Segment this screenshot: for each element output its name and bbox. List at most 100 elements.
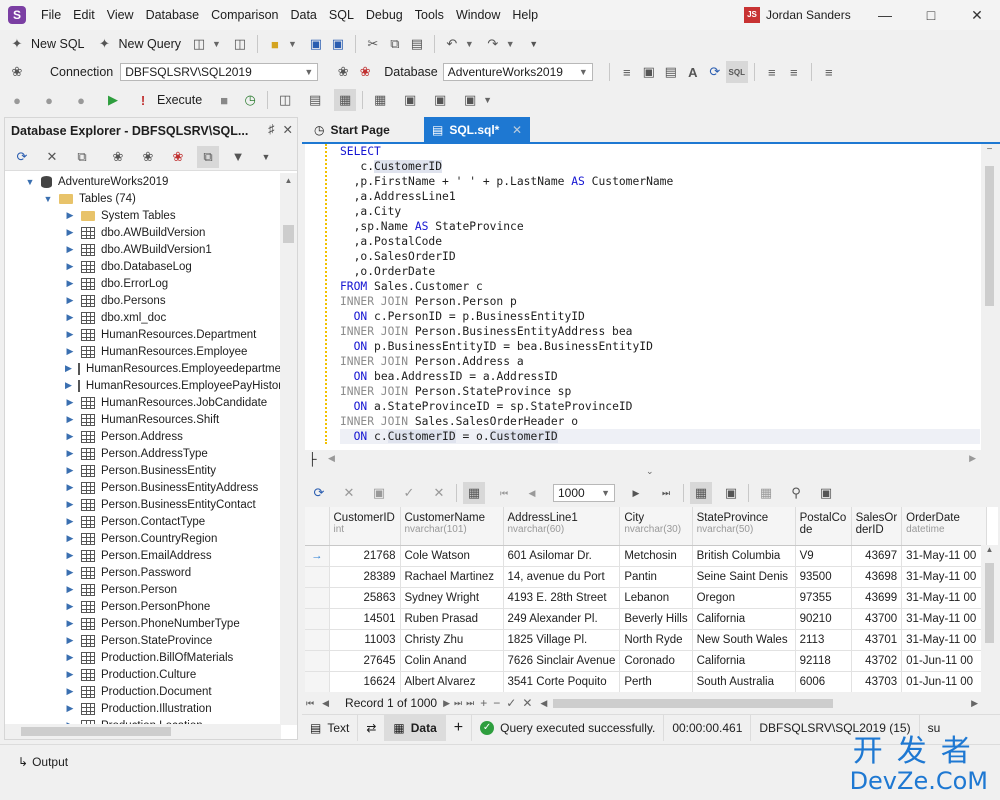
export-data-icon[interactable]: ▣ bbox=[815, 482, 837, 504]
scroll-left-icon[interactable]: ◀ bbox=[328, 453, 335, 464]
code-line[interactable]: ,a.AddressLine1 bbox=[340, 189, 980, 204]
explorer-delete-icon[interactable]: ✕ bbox=[41, 146, 63, 168]
tree-table-node[interactable]: ▶ dbo.AWBuildVersion bbox=[5, 224, 281, 241]
run-icon[interactable]: ▶ bbox=[102, 89, 124, 111]
tree-table-node[interactable]: ▶ Person.PhoneNumberType bbox=[5, 615, 281, 632]
menu-database[interactable]: Database bbox=[146, 8, 200, 22]
expand-chevron-icon[interactable]: ▶ bbox=[65, 669, 75, 680]
document-icon[interactable]: ▤ bbox=[304, 89, 326, 111]
tab-sql-file[interactable]: ▤ SQL.sql* ✕ bbox=[424, 117, 530, 142]
explorer-refresh-icon[interactable]: ⟳ bbox=[11, 146, 33, 168]
expand-chevron-icon[interactable]: ▶ bbox=[65, 261, 75, 272]
expand-chevron-icon[interactable]: ▶ bbox=[65, 448, 75, 459]
table-cell[interactable]: 14501 bbox=[329, 608, 401, 630]
tree-table-node[interactable]: ▶ Production.Document bbox=[5, 683, 281, 700]
grid-vertical-scrollbar[interactable]: ▲ bbox=[981, 545, 998, 692]
table-cell[interactable]: 601 Asilomar Dr. bbox=[503, 545, 621, 567]
sql-mode-icon[interactable]: SQL bbox=[725, 61, 748, 83]
code-line[interactable]: ,a.City bbox=[340, 204, 980, 219]
column-header[interactable]: AddressLine1 nvarchar(60) bbox=[503, 507, 621, 546]
column-header[interactable]: City nvarchar(30) bbox=[619, 507, 693, 546]
tree-table-node[interactable]: ▶ HumanResources.Department bbox=[5, 326, 281, 343]
copy-icon[interactable]: ⧉ bbox=[384, 33, 406, 55]
last-page-icon[interactable]: ⏭ bbox=[655, 482, 677, 504]
expand-chevron-icon[interactable]: ▶ bbox=[65, 346, 75, 357]
indent-icon[interactable]: ≡ bbox=[761, 61, 783, 83]
table-cell[interactable]: 92118 bbox=[795, 650, 852, 672]
nav-cancel-icon[interactable]: ✕ bbox=[522, 696, 532, 710]
explorer-close-icon[interactable]: ✕ bbox=[283, 122, 293, 137]
table-row[interactable]: 25863 Sydney Wright 4193 E. 28th Street Leb… bbox=[305, 587, 988, 609]
first-page-icon[interactable]: ⏮ bbox=[493, 482, 515, 504]
table-cell[interactable]: New South Wales bbox=[692, 629, 796, 651]
table-cell[interactable]: Ruben Prasad bbox=[400, 608, 504, 630]
format-icon[interactable]: ≡ bbox=[616, 61, 638, 83]
table-cell[interactable]: 93500 bbox=[795, 566, 852, 588]
code-line[interactable]: ON c.CustomerID = o.CustomerID bbox=[340, 429, 980, 444]
tree-table-node[interactable]: ▶ Person.Person bbox=[5, 581, 281, 598]
nav-add-icon[interactable]: + bbox=[480, 696, 487, 710]
nav-remove-icon[interactable]: − bbox=[493, 696, 500, 710]
table-row[interactable]: → 21768 Cole Watson 601 Asilomar Dr. Metchos… bbox=[305, 545, 988, 567]
tree-table-node[interactable]: ▶ dbo.AWBuildVersion1 bbox=[5, 241, 281, 258]
expand-chevron-icon[interactable]: ▶ bbox=[65, 380, 72, 391]
toolbar-options-icon[interactable]: ▼ bbox=[523, 33, 545, 55]
code-line[interactable]: INNER JOIN Person.Person p bbox=[340, 294, 980, 309]
table-cell[interactable]: 3541 Corte Poquito bbox=[503, 671, 621, 692]
expand-chevron-icon[interactable]: ▶ bbox=[65, 584, 75, 595]
table-cell[interactable]: 14, avenue du Port bbox=[503, 566, 621, 588]
expand-chevron-icon[interactable]: ▶ bbox=[65, 210, 75, 221]
explorer-disconnect-icon[interactable]: ❀ bbox=[167, 146, 189, 168]
menu-file[interactable]: File bbox=[41, 8, 61, 22]
database-select[interactable]: AdventureWorks2019 ▼ bbox=[442, 63, 593, 81]
table-cell[interactable]: Coronado bbox=[619, 650, 693, 672]
table-cell[interactable]: 4193 E. 28th Street bbox=[503, 587, 621, 609]
scroll-thumb[interactable] bbox=[985, 563, 994, 643]
tree-table-node[interactable]: ▶ HumanResources.Employee bbox=[5, 343, 281, 360]
row-indicator[interactable] bbox=[305, 629, 330, 651]
table-cell[interactable]: North Ryde bbox=[619, 629, 693, 651]
close-icon[interactable]: ✕ bbox=[954, 0, 1000, 30]
code-line[interactable]: ,o.OrderDate bbox=[340, 264, 980, 279]
tree-database-node[interactable]: ▼ AdventureWorks2019 bbox=[5, 173, 281, 190]
table-cell[interactable]: 31-May-11 00 bbox=[901, 629, 988, 651]
tree-table-node[interactable]: ▶ Production.BillOfMaterials bbox=[5, 649, 281, 666]
explorer-duplicate-icon[interactable]: ⧉ bbox=[197, 145, 219, 168]
tab-start-page[interactable]: ◷ Start Page bbox=[306, 117, 422, 142]
table-cell[interactable]: South Australia bbox=[692, 671, 796, 692]
code-line[interactable]: ON c.PersonID = p.BusinessEntityID bbox=[340, 309, 980, 324]
expand-chevron-icon[interactable]: ▶ bbox=[65, 227, 75, 238]
table-cell[interactable]: 43699 bbox=[851, 587, 903, 609]
column-header[interactable]: OrderDate datetime bbox=[901, 507, 988, 546]
table-cell[interactable]: California bbox=[692, 608, 796, 630]
prev-page-icon[interactable]: ◀ bbox=[521, 482, 543, 504]
expand-chevron-icon[interactable]: ▶ bbox=[65, 482, 75, 493]
table-cell[interactable]: 7626 Sinclair Avenue bbox=[503, 650, 621, 672]
table-cell[interactable]: 25863 bbox=[329, 587, 401, 609]
current-row-arrow-icon[interactable]: → bbox=[305, 545, 330, 567]
expand-chevron-icon[interactable]: ▶ bbox=[65, 550, 75, 561]
column-header[interactable]: CustomerName nvarchar(101) bbox=[400, 507, 504, 546]
table-cell[interactable]: Beverly Hills bbox=[619, 608, 693, 630]
table-cell[interactable]: 1825 Village Pl. bbox=[503, 629, 621, 651]
table-cell[interactable]: 2113 bbox=[795, 629, 852, 651]
expand-chevron-icon[interactable]: ▶ bbox=[65, 397, 75, 408]
scroll-thumb[interactable] bbox=[21, 727, 171, 736]
table-cell[interactable]: Perth bbox=[619, 671, 693, 692]
image-icon[interactable]: ▣ bbox=[399, 89, 421, 111]
tab-text-results[interactable]: ▤ Text bbox=[302, 714, 359, 741]
collapse-chevron-icon[interactable]: ▼ bbox=[25, 177, 35, 187]
expand-results-icon[interactable]: ⌄ bbox=[646, 466, 654, 477]
row-indicator[interactable] bbox=[305, 650, 330, 672]
table-cell[interactable]: 31-May-11 00 bbox=[901, 545, 988, 567]
tree-table-node[interactable]: ▶ HumanResources.Employeedepartme bbox=[5, 360, 281, 377]
table-cell[interactable]: Pantin bbox=[619, 566, 693, 588]
table-cell[interactable]: Christy Zhu bbox=[400, 629, 504, 651]
expand-chevron-icon[interactable]: ▶ bbox=[65, 278, 75, 289]
filter-icon[interactable]: ▼ bbox=[227, 146, 249, 168]
tree-table-node[interactable]: ▶ Person.CountryRegion bbox=[5, 530, 281, 547]
nav-apply-icon[interactable]: ✓ bbox=[506, 696, 516, 710]
results-grid[interactable]: CustomerID int CustomerName nvarchar(101) Ad… bbox=[305, 507, 998, 692]
expand-chevron-icon[interactable]: ▶ bbox=[65, 533, 75, 544]
table-row[interactable]: 28389 Rachael Martinez 14, avenue du Port P… bbox=[305, 566, 988, 588]
